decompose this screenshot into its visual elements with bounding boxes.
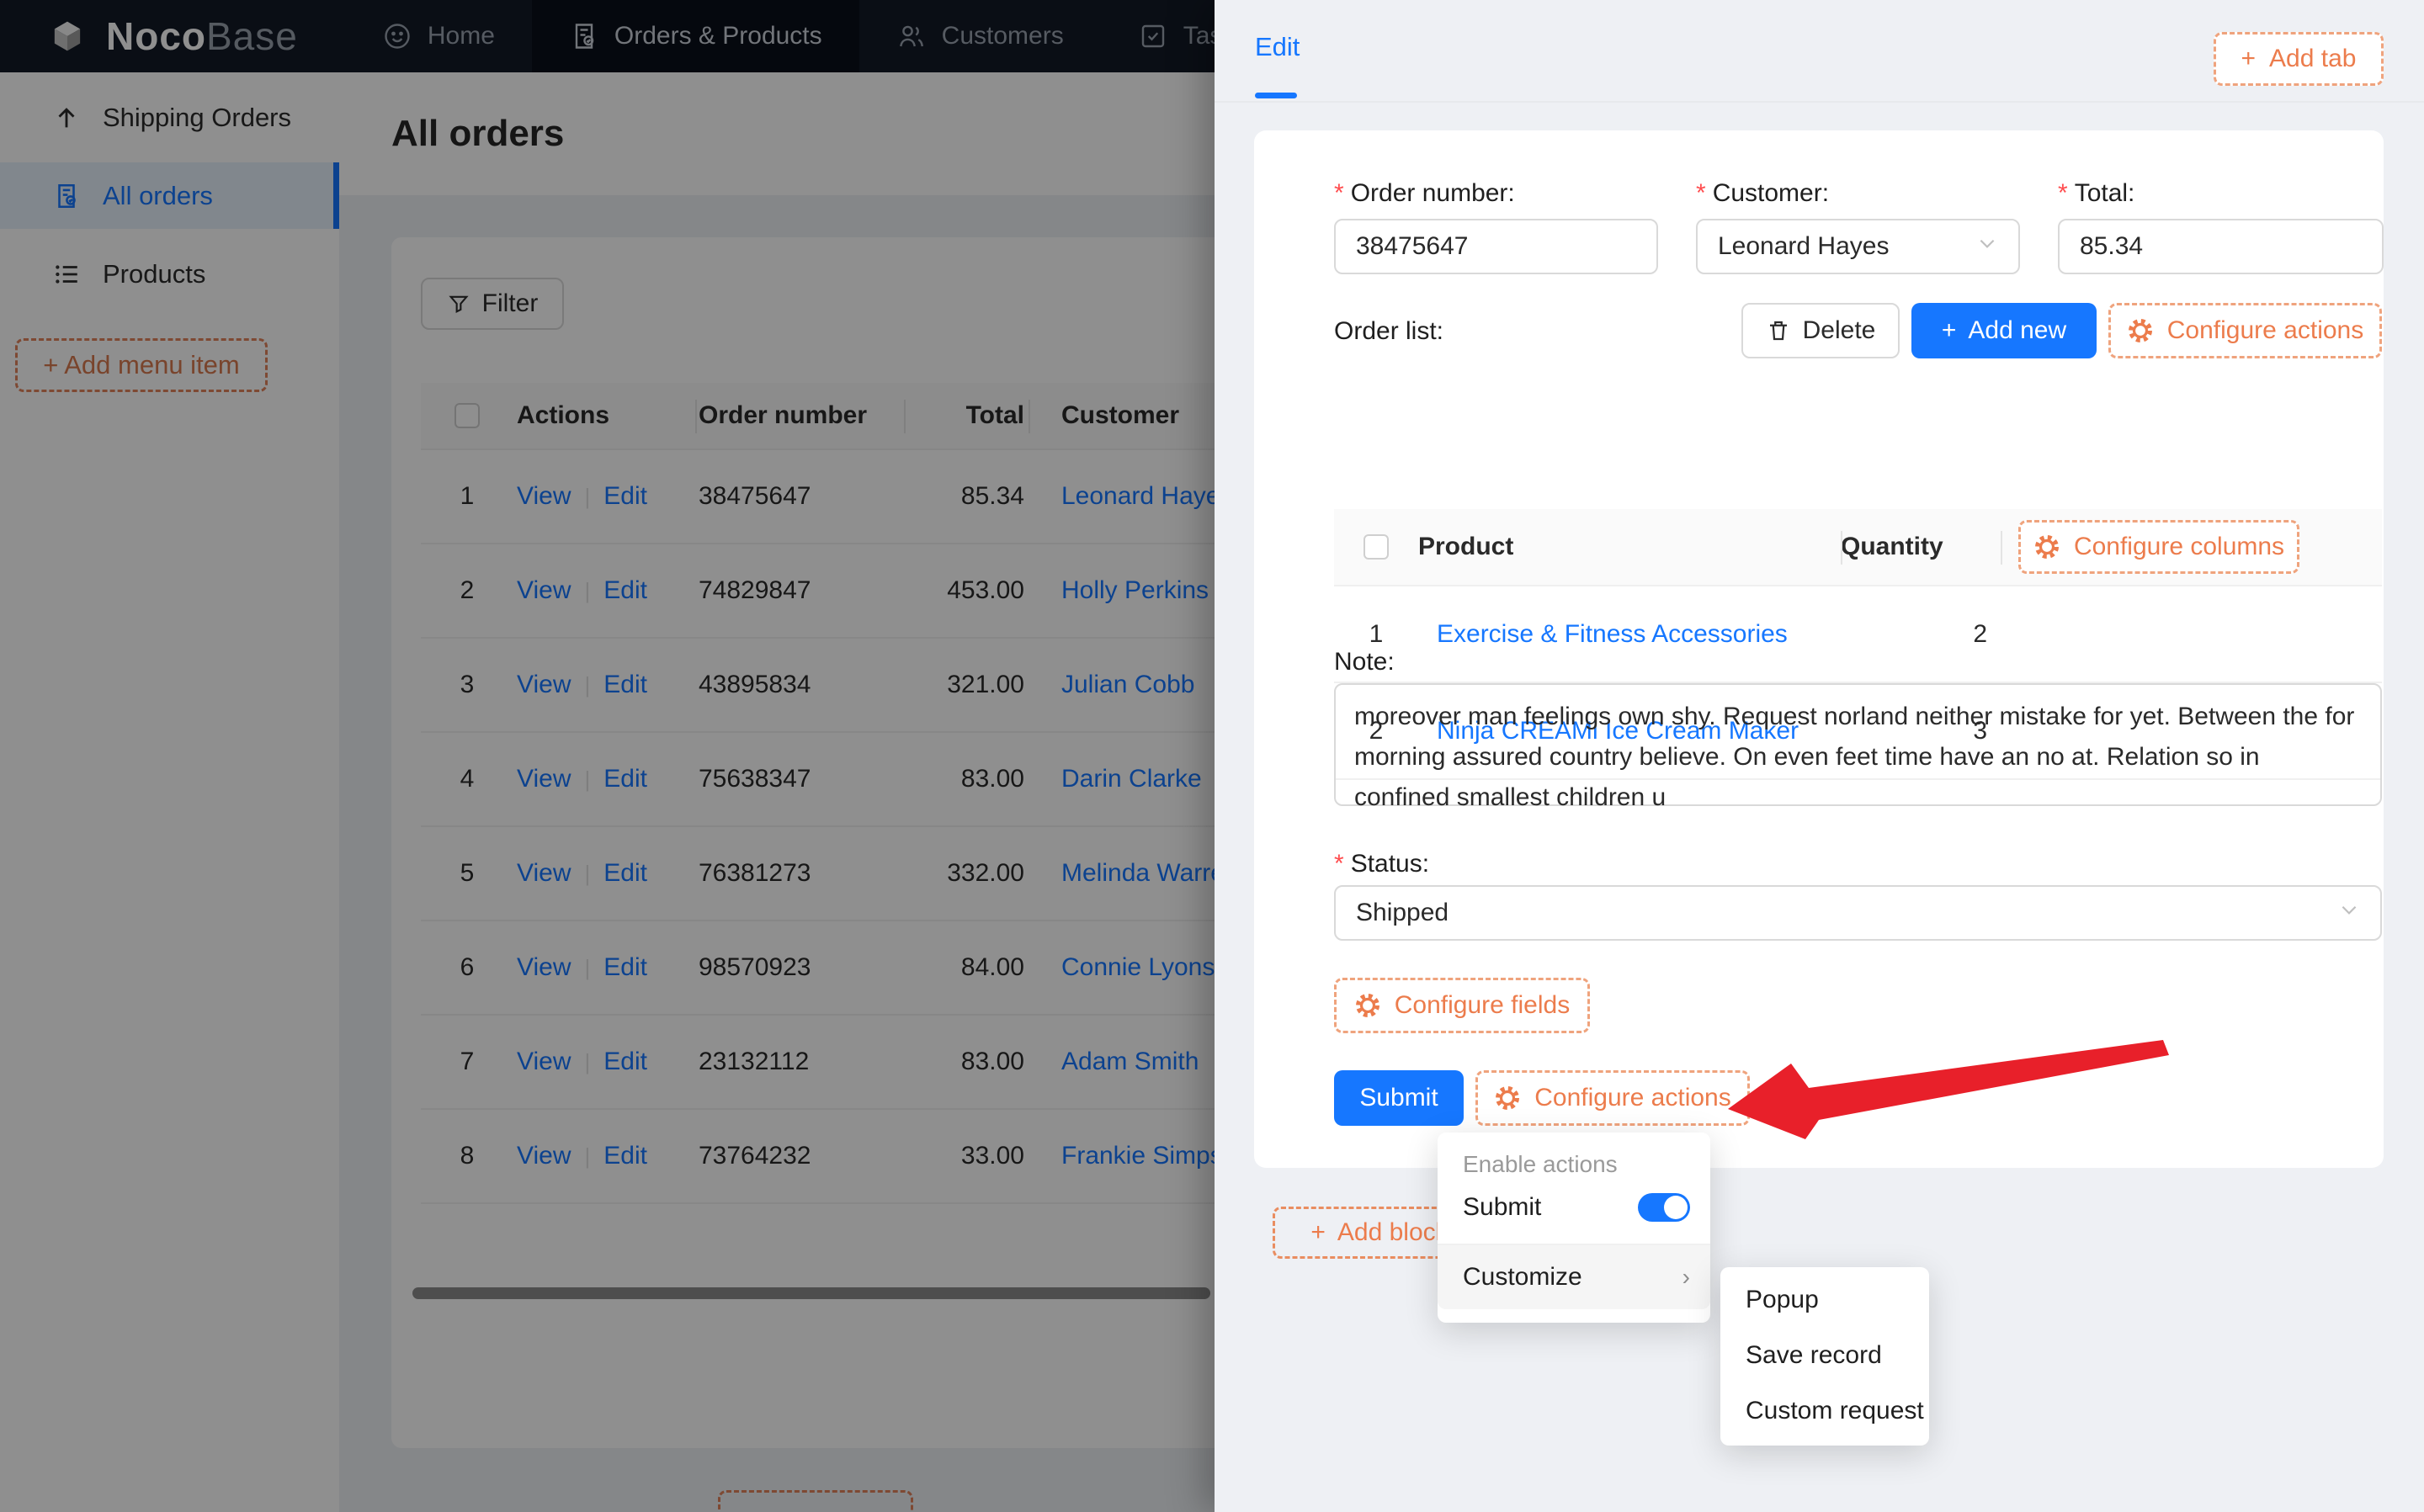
dropdown-submit-label: Submit	[1463, 1193, 1542, 1221]
status-select[interactable]: Shipped	[1334, 885, 2382, 941]
add-new-button[interactable]: + Add new	[1911, 303, 2097, 358]
add-new-label: Add new	[1968, 316, 2067, 344]
cell-quantity: 2	[1973, 619, 1987, 648]
plus-icon: +	[1941, 316, 1957, 344]
subtable-header-quantity: Quantity	[1841, 533, 1943, 560]
configure-columns-button[interactable]: Configure columns	[2018, 520, 2299, 574]
chevron-right-icon: ›	[1682, 1264, 1690, 1290]
configure-fields-button[interactable]: Configure fields	[1334, 978, 1590, 1033]
tab-edit[interactable]: Edit	[1255, 32, 1300, 62]
add-block-label: Add block	[1337, 1218, 1449, 1246]
add-tab-button[interactable]: + Add tab	[2214, 32, 2384, 86]
gear-icon	[2034, 535, 2059, 559]
dropdown-customize-label: Customize	[1463, 1263, 1582, 1291]
configure-actions-form-label: Configure actions	[1534, 1084, 1731, 1111]
dropdown-item-customize[interactable]: Customize ›	[1438, 1245, 1710, 1309]
customer-select[interactable]: Leonard Hayes	[1696, 219, 2020, 274]
total-input[interactable]: 85.34	[2058, 219, 2384, 274]
submit-toggle[interactable]	[1638, 1193, 1690, 1222]
chevron-down-icon	[2338, 899, 2360, 927]
gear-icon	[1496, 1086, 1520, 1110]
subtable-header-product: Product	[1418, 533, 1514, 560]
drawer-tabbar: Edit + Add tab	[1215, 0, 2424, 103]
submit-label: Submit	[1359, 1084, 1438, 1111]
submenu-item-custom-request[interactable]: Custom request	[1720, 1383, 1929, 1439]
subtable-select-all-checkbox[interactable]	[1364, 534, 1389, 560]
submenu-item-save-record[interactable]: Save record	[1720, 1328, 1929, 1383]
product-link[interactable]: Exercise & Fitness Accessories	[1437, 620, 1788, 648]
column-separator	[2001, 531, 2002, 565]
order-list-label: Order list:	[1334, 317, 1444, 345]
customer-value: Leonard Hayes	[1718, 232, 1890, 260]
configure-actions-button[interactable]: Configure actions	[2108, 303, 2382, 358]
total-value: 85.34	[2080, 232, 2144, 260]
order-number-input[interactable]: 38475647	[1334, 219, 1658, 274]
required-asterisk: *	[1334, 850, 1344, 878]
plus-icon: +	[2241, 45, 2257, 72]
required-asterisk: *	[1696, 179, 1706, 207]
order-number-value: 38475647	[1356, 232, 1469, 260]
required-asterisk: *	[2058, 179, 2068, 207]
gear-icon	[1355, 994, 1379, 1017]
plus-icon: +	[1310, 1218, 1326, 1246]
required-asterisk: *	[1334, 179, 1344, 207]
note-textarea[interactable]: moreover man feelings own shy. Request n…	[1334, 683, 2382, 811]
gear-icon	[2128, 319, 2152, 342]
submenu-item-popup[interactable]: Popup	[1720, 1272, 1929, 1328]
subtable-header: Product Quantity Configure columns	[1334, 509, 2382, 586]
configure-columns-label: Configure columns	[2073, 533, 2285, 560]
total-label: * Total:	[2058, 179, 2135, 207]
customer-label: * Customer:	[1696, 179, 1830, 207]
chevron-down-icon	[1976, 232, 1998, 261]
column-separator	[1841, 531, 1842, 565]
delete-label: Delete	[1802, 316, 1876, 344]
configure-actions-label: Configure actions	[2166, 316, 2364, 344]
dropdown-group-label: Enable actions	[1463, 1151, 1618, 1177]
screen: NocoBase Home Orders & Products Customer…	[0, 0, 2424, 1512]
configure-actions-dropdown: Enable actions Submit Customize ›	[1438, 1133, 1710, 1323]
subtable-row[interactable]: 1 Exercise & Fitness Accessories 2	[1334, 586, 2382, 683]
order-number-label: * Order number:	[1334, 179, 1515, 207]
row-index: 1	[1369, 619, 1384, 648]
add-tab-label: Add tab	[2269, 45, 2357, 72]
configure-actions-form-button[interactable]: Configure actions	[1475, 1070, 1750, 1126]
submit-button[interactable]: Submit	[1334, 1070, 1464, 1126]
trash-icon	[1769, 321, 1787, 341]
configure-fields-label: Configure fields	[1394, 991, 1571, 1019]
delete-button[interactable]: Delete	[1741, 303, 1900, 358]
note-value: moreover man feelings own shy. Request n…	[1354, 703, 2355, 811]
active-tab-indicator	[1255, 93, 1297, 98]
note-label: Note:	[1334, 648, 1395, 676]
toggle-knob	[1664, 1196, 1688, 1219]
status-label: * Status:	[1334, 850, 1430, 878]
status-value: Shipped	[1356, 899, 1449, 926]
customize-submenu: Popup Save record Custom request	[1720, 1267, 1929, 1446]
edit-form-card: * Order number: 38475647 * Customer: Leo…	[1254, 130, 2384, 1168]
dropdown-item-submit[interactable]: Submit	[1438, 1178, 1710, 1237]
